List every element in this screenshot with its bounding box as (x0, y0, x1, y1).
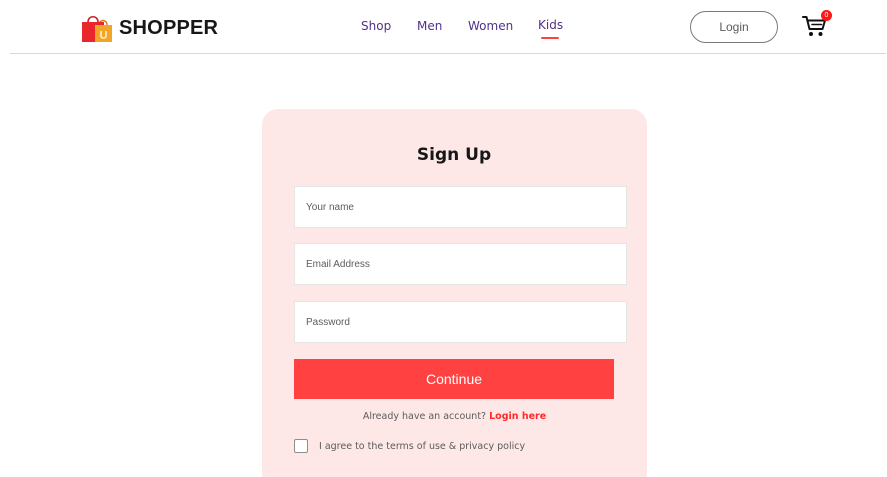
nav-item-shop[interactable]: Shop (361, 19, 391, 33)
login-button[interactable]: Login (690, 11, 778, 43)
name-field[interactable] (294, 186, 627, 228)
nav-item-men[interactable]: Men (417, 19, 442, 33)
terms-label: I agree to the terms of use & privacy po… (319, 440, 526, 452)
have-account-line: Already have an account? Login here (0, 411, 887, 422)
nav-item-women[interactable]: Women (468, 19, 513, 33)
email-field[interactable] (294, 243, 627, 285)
nav-item-kids[interactable]: Kids (538, 18, 563, 32)
password-field[interactable] (294, 301, 627, 343)
login-here-link[interactable]: Login here (489, 411, 546, 422)
brand-name: SHOPPER (119, 16, 219, 39)
shopping-bags-icon (82, 15, 112, 42)
brand-logo[interactable]: SHOPPER (80, 11, 218, 45)
active-nav-underline (541, 37, 559, 39)
have-account-text: Already have an account? (362, 411, 487, 422)
terms-agreement: I agree to the terms of use & privacy po… (294, 439, 525, 453)
cart-button[interactable]: 0 (802, 10, 832, 39)
continue-button[interactable]: Continue (294, 359, 614, 399)
cart-count-badge: 0 (821, 10, 832, 21)
terms-checkbox[interactable] (294, 439, 308, 453)
navbar-divider (10, 53, 886, 54)
navbar: SHOPPER Shop Men Women Kids Login 0 (0, 0, 887, 54)
